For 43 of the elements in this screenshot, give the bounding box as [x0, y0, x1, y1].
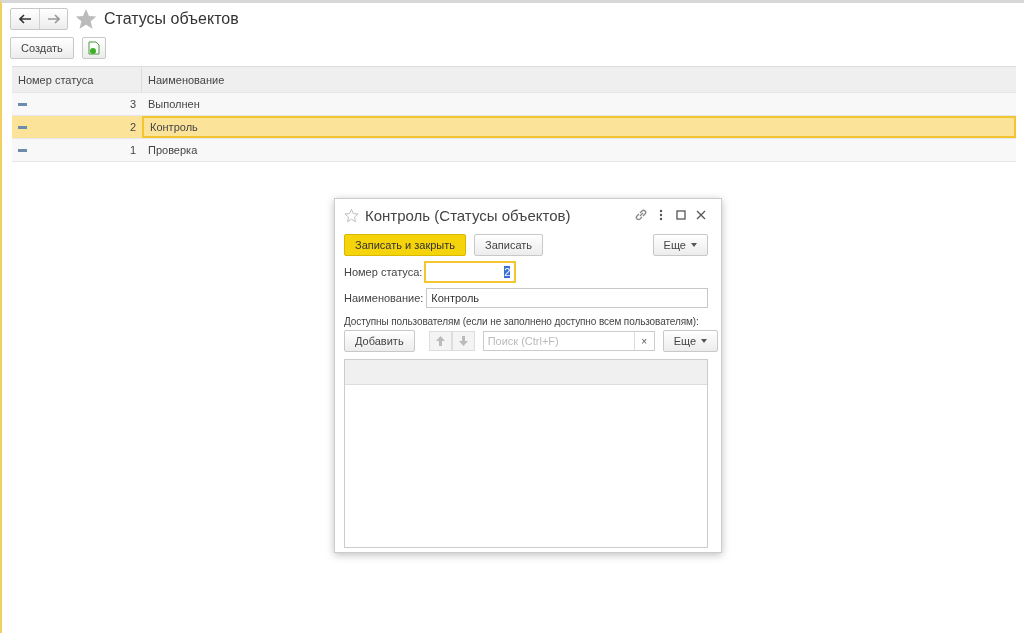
item-icon	[18, 102, 27, 106]
add-button[interactable]: Добавить	[344, 330, 415, 352]
table-cell: Контроль	[150, 121, 198, 133]
column-header[interactable]: Наименование	[142, 67, 1016, 92]
link-icon[interactable]	[634, 208, 648, 222]
more-button[interactable]: Еще	[652, 234, 708, 256]
table-cell: 3	[129, 98, 136, 110]
create-button[interactable]: Создать	[10, 37, 74, 59]
field-label: Номер статуса:	[344, 266, 423, 278]
table-cell: Выполнен	[148, 98, 200, 110]
table-row[interactable]: 3 Выполнен	[12, 93, 1016, 116]
table-row[interactable]: 1 Проверка	[12, 139, 1016, 162]
down-arrow-icon	[458, 336, 468, 346]
table-cell: 1	[129, 144, 136, 156]
table-cell: 2	[129, 121, 136, 133]
move-up-button[interactable]	[428, 331, 452, 351]
input-field[interactable]: 2	[425, 262, 516, 282]
caret-icon	[701, 339, 707, 343]
move-down-button[interactable]	[451, 331, 475, 351]
favorite-star-icon[interactable]	[76, 9, 96, 29]
page-title: Статусы объектов	[104, 10, 239, 28]
document-icon	[87, 41, 100, 55]
item-icon	[18, 148, 27, 152]
search-field[interactable]: Поиск (Ctrl+F) ×	[482, 331, 655, 351]
input-field[interactable]: Контроль	[426, 288, 708, 308]
up-arrow-icon	[435, 336, 445, 346]
caret-icon	[691, 243, 697, 247]
save-button[interactable]: Записать	[474, 234, 544, 256]
table-cell: Проверка	[148, 144, 198, 156]
forward-arrow-icon	[47, 14, 60, 24]
favorite-star-icon[interactable]	[344, 207, 359, 223]
table-row[interactable]: 2 Контроль	[12, 116, 1016, 139]
field-label: Наименование:	[344, 292, 424, 304]
save-and-close-button[interactable]: Записать и закрыть	[344, 234, 467, 256]
users-label: Доступны пользователям (если не заполнено доступно всем пользователям):	[344, 316, 699, 327]
more-button[interactable]: Еще	[662, 330, 718, 352]
item-icon	[18, 125, 27, 129]
maximize-icon[interactable]	[674, 208, 688, 222]
dialog-title: Контроль (Статусы объектов)	[365, 206, 572, 224]
copy-button[interactable]	[81, 37, 106, 59]
close-icon[interactable]	[694, 208, 708, 222]
column-header[interactable]: Номер статуса	[12, 67, 142, 92]
back-arrow-icon	[19, 14, 31, 24]
